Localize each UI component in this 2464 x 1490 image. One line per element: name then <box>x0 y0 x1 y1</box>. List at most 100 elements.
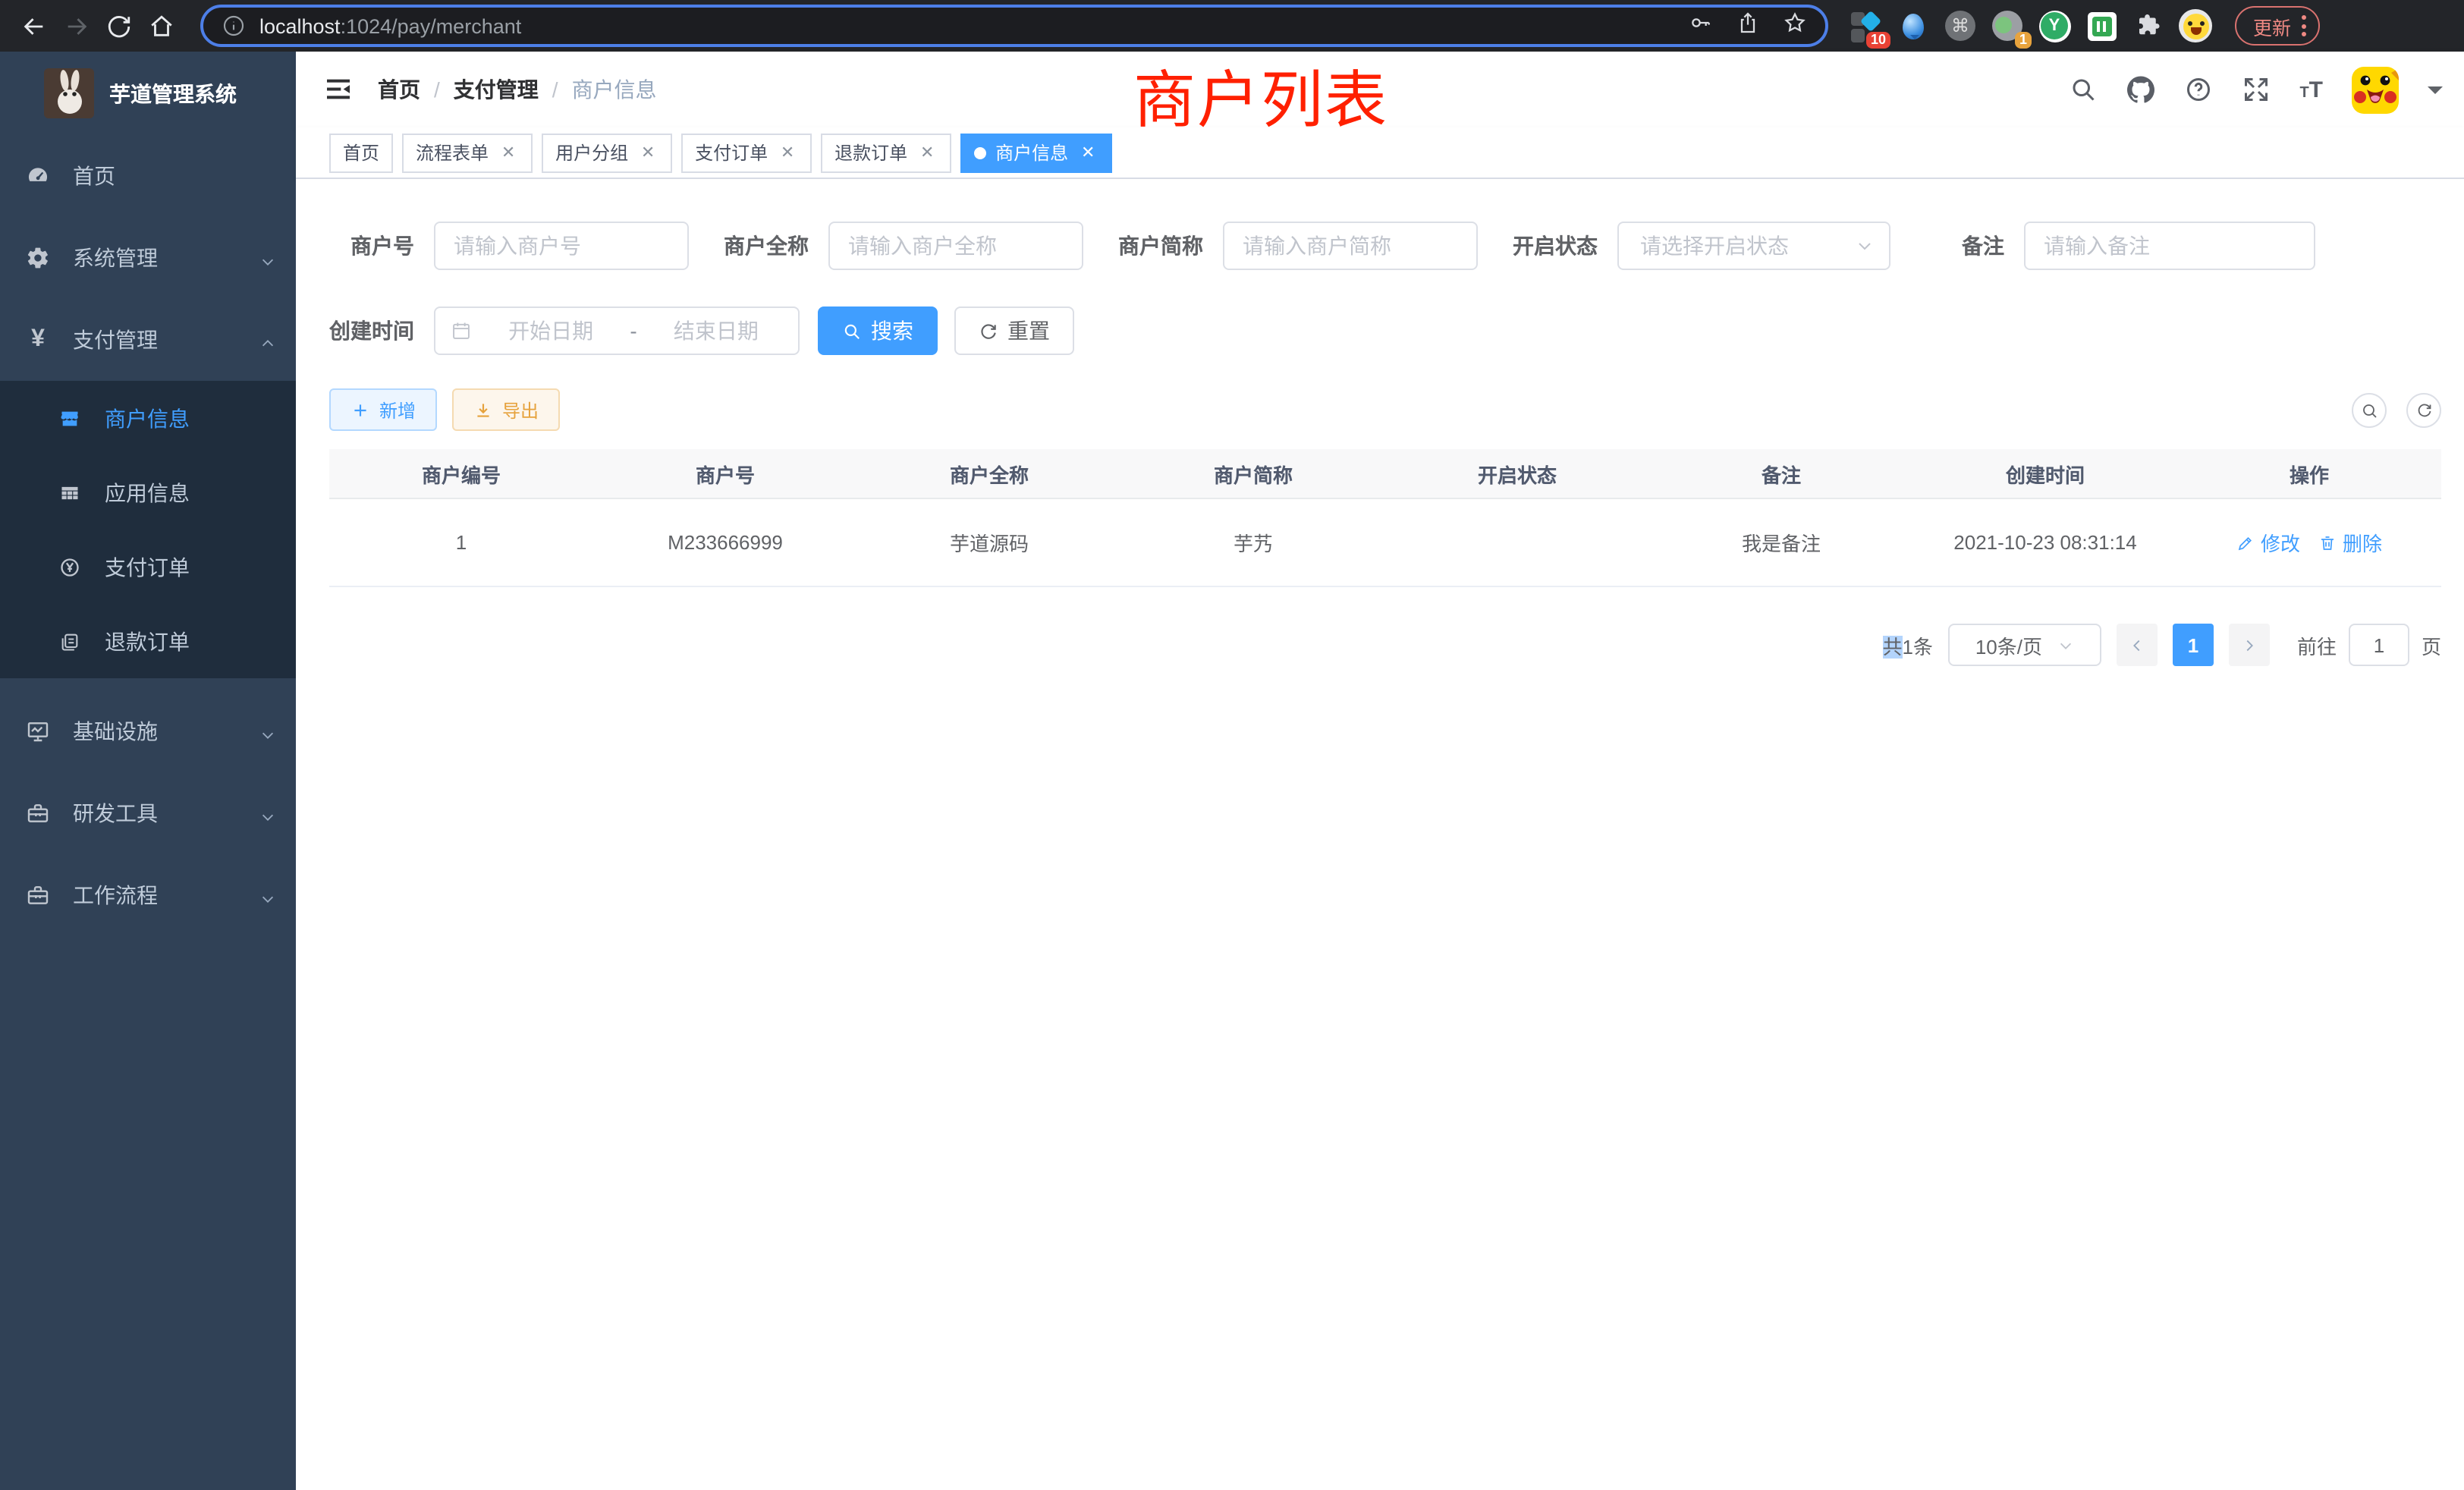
create-time-range-picker[interactable]: 开始日期 - 结束日期 <box>434 306 800 355</box>
pagination: 共1条 10条/页 1 前往 页 <box>1882 624 2441 666</box>
extension-kanban-icon[interactable] <box>2085 9 2118 42</box>
merchant-table: 商户编号 商户号 商户全称 商户简称 开启状态 备注 创建时间 操作 1 M23… <box>329 449 2441 587</box>
cell-merchant-id: 1 <box>329 531 593 554</box>
full-name-input[interactable] <box>828 222 1083 270</box>
share-icon[interactable] <box>1736 10 1760 42</box>
sidebar-item-workflow[interactable]: 工作流程 <box>0 854 296 936</box>
store-icon <box>58 406 82 430</box>
browser-profile-avatar[interactable] <box>2179 9 2212 42</box>
address-bar[interactable]: localhost:1024/pay/merchant <box>200 5 1828 47</box>
github-icon[interactable] <box>2126 75 2155 104</box>
search-button[interactable]: 搜索 <box>818 306 938 355</box>
next-page-button[interactable] <box>2229 624 2270 666</box>
tab-user-group[interactable]: 用户分组 ✕ <box>542 133 672 172</box>
short-name-input[interactable] <box>1223 222 1478 270</box>
header-search-icon[interactable] <box>2069 75 2098 104</box>
browser-back-button[interactable] <box>12 5 55 47</box>
help-icon[interactable] <box>2184 75 2213 104</box>
status-select[interactable]: 请选择开启状态 <box>1617 222 1890 270</box>
search-icon <box>842 321 862 341</box>
tab-close-icon[interactable]: ✕ <box>916 142 938 163</box>
font-size-icon[interactable]: TT <box>2299 77 2323 102</box>
tab-close-icon[interactable]: ✕ <box>1077 142 1098 163</box>
toolbox-icon <box>26 883 50 907</box>
breadcrumb-pay: 支付管理 <box>454 74 539 105</box>
filter-row-1: 商户号 商户全称 商户简称 开启状态 请选择开启状态 备注 <box>329 222 2350 270</box>
sidebar-collapse-icon[interactable] <box>323 74 354 105</box>
export-button[interactable]: 导出 <box>452 388 560 431</box>
sidebar-item-dev-tools[interactable]: 研发工具 <box>0 772 296 854</box>
browser-home-button[interactable] <box>140 5 182 47</box>
site-info-icon[interactable] <box>222 14 246 38</box>
sidebar-item-home[interactable]: 首页 <box>0 135 296 217</box>
chevron-down-icon <box>259 723 276 740</box>
merchant-no-input[interactable] <box>434 222 689 270</box>
cell-merchant-no: M233666999 <box>593 531 857 554</box>
tab-process-form[interactable]: 流程表单 ✕ <box>402 133 533 172</box>
browser-extensions: 10 ⌘ 1 Y 更新 <box>1850 6 2320 46</box>
sidebar-submenu-pay: 商户信息 应用信息 支付订单 退款订单 <box>0 381 296 678</box>
extension-badge: 1 <box>2015 32 2032 49</box>
tab-merchant-info-active[interactable]: 商户信息 ✕ <box>960 133 1112 172</box>
chevron-down-icon <box>259 250 276 266</box>
extension-balloon-icon[interactable] <box>1897 9 1930 42</box>
delete-link[interactable]: 删除 <box>2318 528 2382 557</box>
jump-suffix: 页 <box>2422 630 2441 659</box>
reset-button[interactable]: 重置 <box>954 306 1074 355</box>
download-icon <box>473 400 493 420</box>
refresh-table-button[interactable] <box>2406 393 2441 428</box>
status-label: 开启状态 <box>1513 231 1598 261</box>
search-icon <box>2360 401 2378 420</box>
sidebar-item-system[interactable]: 系统管理 <box>0 217 296 299</box>
tab-close-icon[interactable]: ✕ <box>777 142 798 163</box>
yen-circle-icon <box>58 555 82 579</box>
add-button[interactable]: 新增 <box>329 388 437 431</box>
sidebar-logo-row[interactable]: 芋道管理系统 <box>0 52 296 135</box>
chevron-down-icon <box>2057 637 2074 653</box>
red-annotation-title: 商户列表 <box>1133 49 1388 140</box>
gear-icon <box>26 246 50 270</box>
remark-input[interactable] <box>2024 222 2315 270</box>
remark-label: 备注 <box>1962 231 2004 261</box>
browser-reload-button[interactable] <box>97 5 140 47</box>
bookmark-star-icon[interactable] <box>1783 10 1807 42</box>
sidebar-item-pay[interactable]: ¥ 支付管理 <box>0 299 296 381</box>
prev-page-button[interactable] <box>2117 624 2158 666</box>
extension-recorder-icon[interactable]: 1 <box>1991 9 2024 42</box>
cell-short-name: 芋艿 <box>1121 528 1385 557</box>
sidebar-item-pay-order[interactable]: 支付订单 <box>0 530 296 604</box>
sidebar-item-merchant-info[interactable]: 商户信息 <box>0 381 296 455</box>
extensions-puzzle-icon[interactable] <box>2132 9 2165 42</box>
tab-close-icon[interactable]: ✕ <box>498 142 519 163</box>
page-size-select[interactable]: 10条/页 <box>1948 624 2101 666</box>
sidebar-item-app-info[interactable]: 应用信息 <box>0 455 296 530</box>
tab-pay-order[interactable]: 支付订单 ✕ <box>681 133 812 172</box>
refresh-icon <box>2415 401 2433 420</box>
chevron-down-icon <box>259 805 276 822</box>
user-avatar[interactable] <box>2352 66 2399 113</box>
browser-menu-dots-icon <box>2302 15 2306 36</box>
browser-forward-button[interactable] <box>55 5 97 47</box>
end-date-placeholder: 结束日期 <box>649 316 783 346</box>
page-jump-input[interactable] <box>2349 624 2409 666</box>
edit-link[interactable]: 修改 <box>2236 528 2300 557</box>
show-search-toggle-button[interactable] <box>2352 393 2387 428</box>
tab-home[interactable]: 首页 <box>329 133 393 172</box>
sidebar-item-refund-order[interactable]: 退款订单 <box>0 604 296 678</box>
page-number-1[interactable]: 1 <box>2173 624 2214 666</box>
full-name-label: 商户全称 <box>724 231 809 261</box>
plus-icon <box>350 400 370 420</box>
tab-close-icon[interactable]: ✕ <box>637 142 658 163</box>
extension-diamond-icon[interactable]: 10 <box>1850 9 1883 42</box>
tab-refund-order[interactable]: 退款订单 ✕ <box>821 133 951 172</box>
sidebar-item-infra[interactable]: 基础设施 <box>0 690 296 772</box>
extension-command-icon[interactable]: ⌘ <box>1944 9 1977 42</box>
fullscreen-icon[interactable] <box>2242 75 2271 104</box>
breadcrumb: 首页 / 支付管理 / 商户信息 <box>378 74 657 105</box>
avatar-caret-icon[interactable] <box>2428 86 2443 101</box>
col-header: 创建时间 <box>1913 459 2177 488</box>
password-key-icon[interactable] <box>1689 10 1713 42</box>
browser-update-menu-button[interactable]: 更新 <box>2235 6 2320 46</box>
extension-y-icon[interactable]: Y <box>2038 9 2071 42</box>
breadcrumb-home[interactable]: 首页 <box>378 74 420 105</box>
